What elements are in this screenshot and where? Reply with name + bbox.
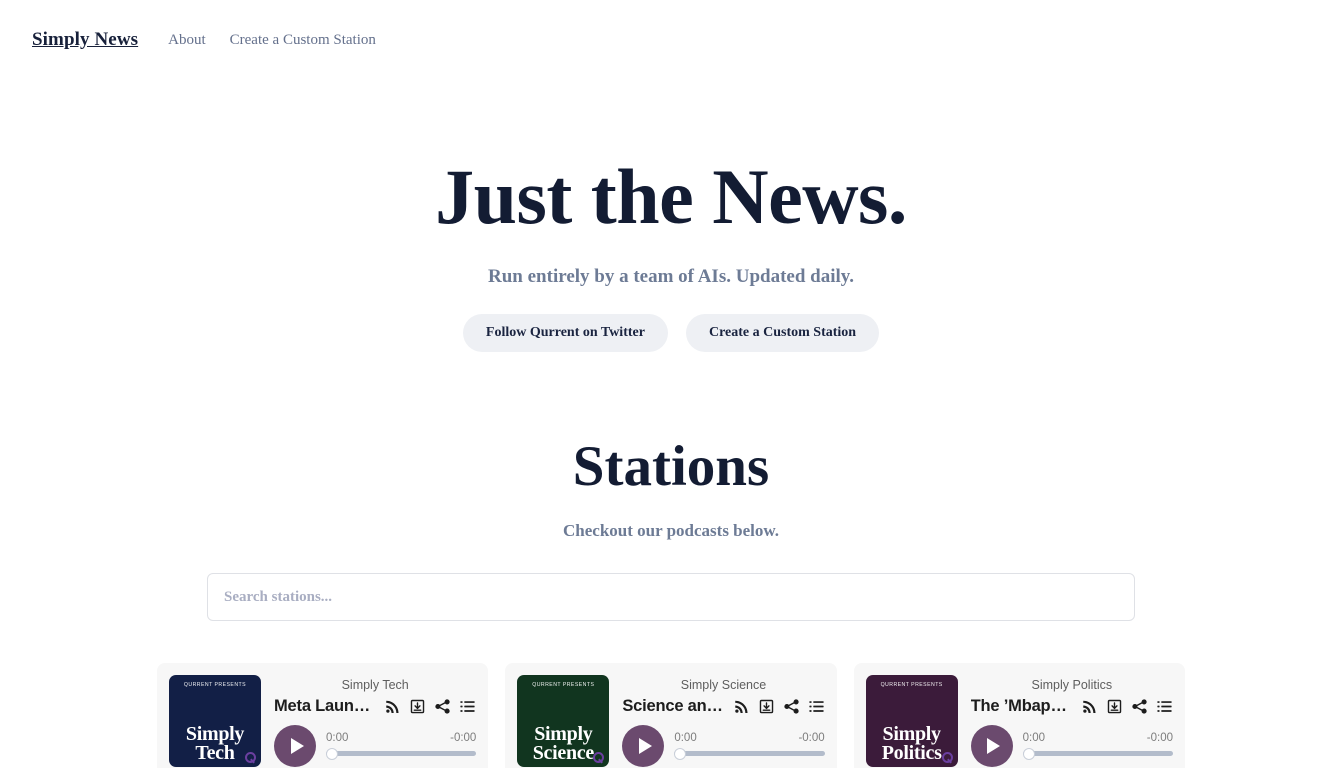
time-labels: 0:00 -0:00 bbox=[674, 732, 824, 744]
nav-links: About Create a Custom Station bbox=[168, 32, 376, 49]
nav-link-create-custom-station[interactable]: Create a Custom Station bbox=[230, 32, 376, 49]
audio-player: 0:00 -0:00 bbox=[274, 724, 477, 767]
station-cover-art: QURRENT PRESENTS Simply Politics bbox=[865, 675, 958, 767]
rss-icon[interactable] bbox=[1081, 698, 1098, 715]
time-labels: 0:00 -0:00 bbox=[1023, 732, 1173, 744]
station-card-top: QURRENT PRESENTS Simply Tech Simply Tech… bbox=[169, 675, 477, 767]
elapsed-time: 0:00 bbox=[674, 731, 697, 744]
station-card-top: QURRENT PRESENTS Simply Science Simply S… bbox=[517, 675, 825, 767]
station-card-grid: QURRENT PRESENTS Simply Tech Simply Tech… bbox=[157, 663, 1185, 768]
cover-line-1: Simply bbox=[882, 722, 942, 745]
cover-station-name: Simply Tech bbox=[176, 722, 254, 764]
episode-title-row: Science and … bbox=[622, 697, 824, 716]
download-icon[interactable] bbox=[409, 698, 426, 715]
hero-title: Just the News. bbox=[435, 153, 907, 240]
play-triangle-icon bbox=[987, 737, 1001, 754]
remaining-time: -0:00 bbox=[798, 731, 825, 744]
remaining-time: -0:00 bbox=[1146, 731, 1173, 744]
stations-section: Stations Checkout our podcasts below. QU… bbox=[0, 352, 1342, 768]
cover-line-2: Tech bbox=[195, 741, 235, 764]
stations-subtitle: Checkout our podcasts below. bbox=[563, 521, 779, 540]
station-meta: Simply Science Science and … 0:00 -0:00 bbox=[622, 675, 825, 767]
play-button[interactable] bbox=[970, 724, 1013, 767]
elapsed-time: 0:00 bbox=[1022, 731, 1046, 744]
cover-kicker: QURRENT PRESENTS bbox=[183, 682, 247, 688]
download-icon[interactable] bbox=[758, 698, 775, 715]
station-meta: Simply Politics The ’Mbappe… 0:00 -0:00 bbox=[970, 675, 1173, 767]
remaining-time: -0:00 bbox=[450, 731, 477, 744]
q-logo-icon bbox=[245, 752, 256, 763]
station-card-3[interactable]: QURRENT PRESENTS Simply Politics Simply … bbox=[853, 663, 1185, 768]
elapsed-time: 0:00 bbox=[326, 731, 349, 744]
track-area: 0:00 -0:00 bbox=[674, 732, 825, 760]
episode-title-row: Meta Launch… bbox=[274, 697, 476, 716]
time-labels: 0:00 -0:00 bbox=[326, 732, 476, 744]
card-action-icons bbox=[384, 698, 476, 715]
progress-thumb[interactable] bbox=[674, 747, 687, 760]
station-name-label: Simply Science bbox=[680, 678, 767, 692]
hero-subtitle: Run entirely by a team of AIs. Updated d… bbox=[488, 266, 854, 287]
progress-bar[interactable] bbox=[674, 747, 825, 760]
search-wrapper bbox=[207, 573, 1135, 621]
cover-line-2: Politics bbox=[881, 741, 942, 764]
cover-line-1: Simply bbox=[534, 722, 593, 745]
playlist-icon[interactable] bbox=[808, 698, 825, 715]
top-navbar: Simply News About Create a Custom Statio… bbox=[0, 0, 1342, 80]
episode-title: Meta Launch… bbox=[274, 696, 379, 715]
hero-actions: Follow Qurrent on Twitter Create a Custo… bbox=[0, 314, 1342, 352]
share-icon[interactable] bbox=[1131, 698, 1148, 715]
station-cover-art: QURRENT PRESENTS Simply Tech bbox=[169, 675, 261, 767]
track-area: 0:00 -0:00 bbox=[326, 732, 477, 760]
cover-station-name: Simply Politics bbox=[873, 722, 951, 764]
share-icon[interactable] bbox=[783, 698, 800, 715]
progress-track bbox=[1022, 751, 1173, 756]
rss-icon[interactable] bbox=[384, 698, 401, 715]
progress-track bbox=[326, 751, 477, 756]
progress-thumb[interactable] bbox=[1022, 747, 1035, 760]
play-triangle-icon bbox=[290, 737, 304, 754]
card-action-icons bbox=[1081, 698, 1173, 715]
cover-kicker: QURRENT PRESENTS bbox=[532, 682, 595, 688]
share-icon[interactable] bbox=[434, 698, 451, 715]
stations-title: Stations bbox=[572, 435, 770, 498]
progress-thumb[interactable] bbox=[326, 747, 338, 760]
play-button[interactable] bbox=[274, 724, 316, 767]
create-custom-station-button[interactable]: Create a Custom Station bbox=[685, 314, 880, 352]
progress-bar[interactable] bbox=[1022, 747, 1173, 760]
play-triangle-icon bbox=[638, 737, 652, 754]
cover-line-1: Simply bbox=[185, 722, 245, 745]
station-name-label: Simply Politics bbox=[1031, 678, 1113, 692]
rss-icon[interactable] bbox=[733, 698, 750, 715]
cover-kicker: QURRENT PRESENTS bbox=[880, 682, 943, 688]
station-name-label: Simply Tech bbox=[341, 678, 409, 692]
download-icon[interactable] bbox=[1106, 698, 1123, 715]
episode-title-row: The ’Mbappe… bbox=[971, 697, 1173, 716]
search-input[interactable] bbox=[207, 573, 1135, 621]
cover-station-name: Simply Science bbox=[524, 722, 602, 764]
station-card-1[interactable]: QURRENT PRESENTS Simply Tech Simply Tech… bbox=[157, 663, 489, 768]
episode-title: The ’Mbappe… bbox=[970, 696, 1075, 715]
station-card-top: QURRENT PRESENTS Simply Politics Simply … bbox=[865, 675, 1173, 767]
card-action-icons bbox=[733, 698, 825, 715]
station-card-2[interactable]: QURRENT PRESENTS Simply Science Simply S… bbox=[505, 663, 837, 768]
audio-player: 0:00 -0:00 bbox=[622, 724, 825, 767]
play-button[interactable] bbox=[622, 724, 665, 767]
playlist-icon[interactable] bbox=[459, 698, 476, 715]
hero-section: Just the News. Run entirely by a team of… bbox=[0, 80, 1342, 352]
q-logo-icon bbox=[941, 752, 953, 763]
episode-title: Science and … bbox=[622, 696, 727, 715]
playlist-icon[interactable] bbox=[1156, 698, 1173, 715]
audio-player: 0:00 -0:00 bbox=[970, 724, 1173, 767]
track-area: 0:00 -0:00 bbox=[1022, 732, 1173, 760]
cover-line-2: Science bbox=[532, 741, 595, 764]
progress-track bbox=[674, 751, 825, 756]
station-meta: Simply Tech Meta Launch… 0:00 -0:00 bbox=[274, 675, 477, 767]
q-logo-icon bbox=[593, 752, 605, 763]
brand-logo[interactable]: Simply News bbox=[32, 29, 138, 51]
station-cover-art: QURRENT PRESENTS Simply Science bbox=[517, 675, 610, 767]
progress-bar[interactable] bbox=[326, 747, 477, 760]
follow-twitter-button[interactable]: Follow Qurrent on Twitter bbox=[462, 314, 668, 352]
nav-link-about[interactable]: About bbox=[168, 32, 206, 49]
